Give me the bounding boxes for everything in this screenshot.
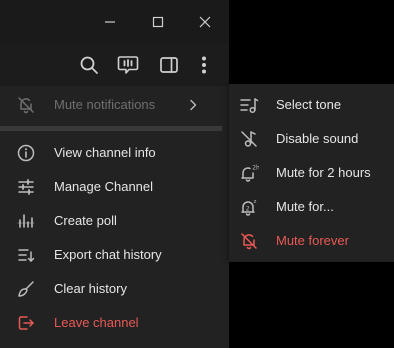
submenu-item-disable-sound[interactable]: Disable sound [229,122,394,156]
menu-item-mute-notifications[interactable]: Mute notifications [0,88,229,122]
minimize-icon [105,21,115,23]
live-stream-button[interactable] [110,44,146,86]
bell-muted-icon [18,97,34,114]
menu-item-export-chat-history[interactable]: Export chat history [0,238,229,272]
menu-item-label: Create poll [54,213,117,228]
bell-off-icon [241,233,257,250]
music-list-icon [240,98,259,114]
broom-icon [18,281,34,297]
more-menu-button[interactable] [186,44,222,86]
menu-item-label: Leave channel [54,315,139,330]
submenu-item-mute-forever[interactable]: Mute forever [229,224,394,258]
mute-submenu: Select tone Disable sound 2h Mute for 2 … [229,84,394,262]
bell-2h-icon: 2h [241,165,259,182]
submenu-item-label: Select tone [276,97,342,112]
menu-item-clear-history[interactable]: Clear history [0,272,229,306]
chat-header-toolbar [0,44,229,86]
close-icon [199,16,211,28]
search-icon [80,56,98,74]
menu-item-label: View channel info [54,145,156,160]
export-icon [18,249,35,262]
menu-item-label: Clear history [54,281,127,296]
menu-item-manage-channel[interactable]: Manage Channel [0,170,229,204]
menu-item-label: Export chat history [54,247,162,262]
app-root: Mute notifications View channel info Man… [0,0,394,348]
note-off-icon [241,131,257,147]
menu-item-create-poll[interactable]: Create poll [0,204,229,238]
bell-custom-icon-sup: z [254,199,257,205]
sidebar-toggle-button[interactable] [151,44,187,86]
more-vertical-icon [202,56,206,74]
channel-context-menu: Mute notifications View channel info Man… [0,86,229,348]
submenu-item-label: Mute for 2 hours [276,165,371,180]
bell-custom-icon-number: 2 [246,204,250,212]
telegram-window: Mute notifications View channel info Man… [0,0,229,348]
sidebar-toggle-icon [160,57,178,73]
submenu-item-label: Disable sound [276,131,359,146]
maximize-button[interactable] [134,0,182,44]
chevron-right-icon [190,99,197,111]
submenu-item-label: Mute for... [276,199,334,214]
title-bar [0,0,229,44]
minimize-button[interactable] [86,0,134,44]
bell-custom-icon: 2 z [241,199,257,216]
submenu-item-mute-2-hours[interactable]: 2h Mute for 2 hours [229,156,394,190]
sliders-icon [18,179,34,195]
menu-item-label: Manage Channel [54,179,154,194]
close-button[interactable] [181,0,229,44]
poll-icon [17,214,35,228]
menu-item-label: Mute notifications [54,97,156,112]
search-button[interactable] [71,44,107,86]
maximize-icon [152,16,164,28]
submenu-item-mute-for[interactable]: 2 z Mute for... [229,190,394,224]
live-stream-icon [117,56,139,74]
leave-icon [18,316,34,330]
submenu-item-label: Mute forever [276,233,349,248]
info-icon [17,144,35,162]
menu-item-leave-channel[interactable]: Leave channel [0,306,229,340]
menu-item-view-channel-info[interactable]: View channel info [0,136,229,170]
bell-2h-icon-text: 2h [252,165,259,172]
submenu-item-select-tone[interactable]: Select tone [229,88,394,122]
menu-separator [0,126,222,131]
